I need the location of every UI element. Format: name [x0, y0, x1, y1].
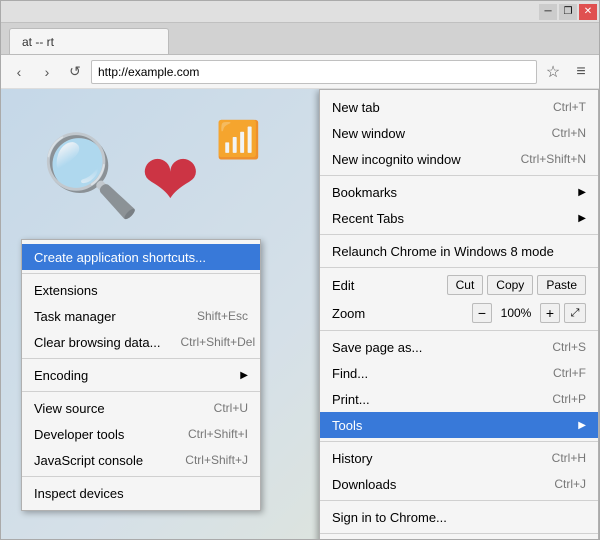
- title-bar: ─ ❐ ✕: [1, 1, 599, 23]
- menu-item-save-page[interactable]: Save page as... Ctrl+S: [320, 334, 598, 360]
- submenu-item-developer-tools[interactable]: Developer tools Ctrl+Shift+I: [22, 421, 260, 447]
- heart-decoration: ❤: [141, 139, 200, 221]
- menu-item-downloads[interactable]: Downloads Ctrl+J: [320, 471, 598, 497]
- tab-bar: at -- rt: [1, 23, 599, 55]
- maximize-button[interactable]: ❐: [559, 4, 577, 20]
- menu-item-new-tab[interactable]: New tab Ctrl+T: [320, 94, 598, 120]
- submenu-item-create-shortcuts[interactable]: Create application shortcuts...: [22, 244, 260, 270]
- menu-sep-7: [320, 533, 598, 534]
- paste-button[interactable]: Paste: [537, 275, 586, 295]
- refresh-button[interactable]: ↺: [63, 60, 87, 84]
- menu-item-settings[interactable]: Settings: [320, 537, 598, 539]
- menu-item-recent-tabs[interactable]: Recent Tabs ▶: [320, 205, 598, 231]
- submenu-item-clear-browsing[interactable]: Clear browsing data... Ctrl+Shift+Del: [22, 329, 260, 355]
- menu-sep-6: [320, 500, 598, 501]
- menu-sep-2: [320, 234, 598, 235]
- address-bar[interactable]: [91, 60, 537, 84]
- browser-window: ─ ❐ ✕ at -- rt ‹ › ↺ ☆ ≡ 🔍 ❤ 📶 slon: [0, 0, 600, 540]
- close-button[interactable]: ✕: [579, 4, 597, 20]
- menu-button[interactable]: ≡: [569, 60, 593, 84]
- bookmark-button[interactable]: ☆: [541, 60, 565, 84]
- submenu-item-javascript-console[interactable]: JavaScript console Ctrl+Shift+J: [22, 447, 260, 473]
- submenu-item-view-source[interactable]: View source Ctrl+U: [22, 395, 260, 421]
- submenu-separator-3: [22, 391, 260, 392]
- submenu-item-encoding[interactable]: Encoding ▶: [22, 362, 260, 388]
- menu-item-zoom: Zoom − 100% + ⤢: [320, 299, 598, 327]
- zoom-fullscreen-button[interactable]: ⤢: [564, 303, 586, 323]
- menu-item-find[interactable]: Find... Ctrl+F: [320, 360, 598, 386]
- page-content: 🔍 ❤ 📶 slon Create application shortcuts.…: [1, 89, 599, 539]
- main-menu: New tab Ctrl+T New window Ctrl+N New inc…: [319, 89, 599, 539]
- submenu-item-task-manager[interactable]: Task manager Shift+Esc: [22, 303, 260, 329]
- copy-button[interactable]: Copy: [487, 275, 533, 295]
- menu-item-relaunch[interactable]: Relaunch Chrome in Windows 8 mode: [320, 238, 598, 264]
- zoom-plus-button[interactable]: +: [540, 303, 560, 323]
- menu-item-print[interactable]: Print... Ctrl+P: [320, 386, 598, 412]
- menu-item-bookmarks[interactable]: Bookmarks ▶: [320, 179, 598, 205]
- back-button[interactable]: ‹: [7, 60, 31, 84]
- active-tab[interactable]: at -- rt: [9, 28, 169, 54]
- tools-submenu: Create application shortcuts... Extensio…: [21, 239, 261, 511]
- nav-bar: ‹ › ↺ ☆ ≡: [1, 55, 599, 89]
- zoom-minus-button[interactable]: −: [472, 303, 492, 323]
- minimize-button[interactable]: ─: [539, 4, 557, 20]
- menu-item-incognito[interactable]: New incognito window Ctrl+Shift+N: [320, 146, 598, 172]
- menu-sep-1: [320, 175, 598, 176]
- cut-button[interactable]: Cut: [447, 275, 484, 295]
- menu-item-new-window[interactable]: New window Ctrl+N: [320, 120, 598, 146]
- signal-decoration: 📶: [216, 119, 261, 161]
- submenu-separator-4: [22, 476, 260, 477]
- submenu-separator-2: [22, 358, 260, 359]
- submenu-separator-1: [22, 273, 260, 274]
- tab-label: at -- rt: [22, 35, 54, 49]
- toolbar-icons: ☆ ≡: [541, 60, 593, 84]
- menu-sep-5: [320, 441, 598, 442]
- menu-item-edit: Edit Cut Copy Paste: [320, 271, 598, 299]
- menu-item-tools[interactable]: Tools ▶: [320, 412, 598, 438]
- menu-sep-3: [320, 267, 598, 268]
- submenu-item-inspect-devices[interactable]: Inspect devices: [22, 480, 260, 506]
- submenu-item-extensions[interactable]: Extensions: [22, 277, 260, 303]
- menu-item-signin[interactable]: Sign in to Chrome...: [320, 504, 598, 530]
- page-background: 🔍 ❤ 📶 slon Create application shortcuts.…: [1, 89, 599, 539]
- menu-sep-4: [320, 330, 598, 331]
- search-decoration: 🔍: [41, 129, 141, 223]
- menu-item-history[interactable]: History Ctrl+H: [320, 445, 598, 471]
- zoom-value: 100%: [498, 306, 534, 320]
- forward-button[interactable]: ›: [35, 60, 59, 84]
